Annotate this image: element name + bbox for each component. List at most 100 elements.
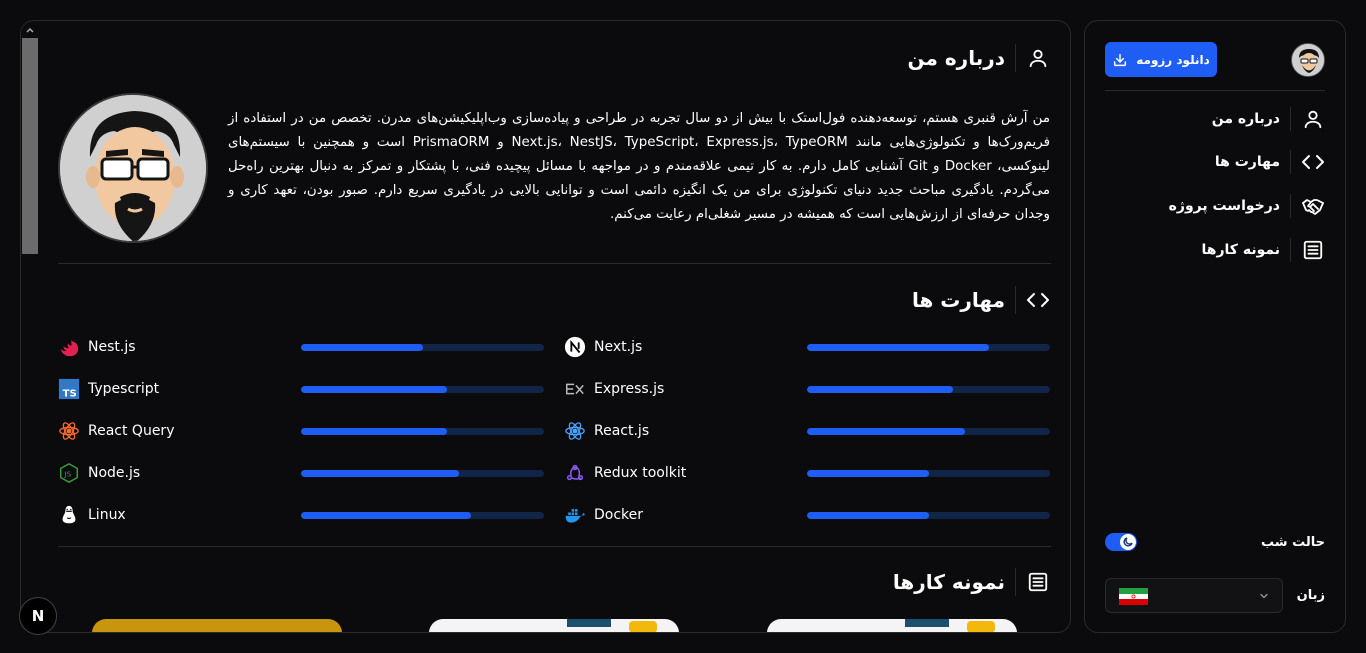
portfolio-card[interactable] [429,619,679,632]
sidebar-item-about[interactable]: درباره من [1105,103,1325,135]
portfolio-title: نمونه کارها [892,570,1005,594]
list-icon [1301,238,1325,262]
skill-name: Next.js [594,339,643,355]
portfolio-section-header: نمونه کارها [893,566,1050,598]
night-mode-label: حالت شب [1261,534,1325,550]
react-query-icon [58,420,80,442]
chevron-down-icon [1260,593,1268,599]
portfolio-card[interactable] [92,619,342,632]
portfolio-card[interactable] [767,619,1017,632]
skill-item: Next.js [564,335,1050,359]
iran-flag-icon [1119,588,1148,605]
header-separator [1015,44,1016,72]
skill-progress-bar [807,511,1050,519]
nav-separator [1290,194,1291,218]
skill-progress-fill [301,343,423,351]
skill-item: Redux toolkit [564,461,1050,485]
skill-progress-fill [301,427,447,435]
skill-progress-fill [807,427,965,435]
skill-item: React Query [58,419,544,443]
profile-avatar [58,93,208,243]
card-thumbnail-banner [905,619,949,627]
skill-progress-fill [301,511,472,519]
docker-icon [564,504,586,526]
code-icon [1301,150,1325,174]
skill-name: Docker [594,507,644,523]
code-icon [1026,288,1050,312]
skills-title: مهارت ها [911,288,1005,312]
toggle-knob [1120,534,1136,550]
sidebar-divider [1105,90,1325,91]
sidebar-item-label: درباره من [1211,111,1280,127]
typescript-icon: TS [58,378,80,400]
sidebar-item-skills[interactable]: مهارت ها [1105,146,1325,178]
redux-icon [564,462,586,484]
download-resume-button[interactable]: دانلود رزومه [1105,42,1217,77]
about-section-header: درباره من [908,42,1050,74]
night-mode-row: حالت شب [1105,531,1325,553]
skill-progress-bar [807,385,1050,393]
car-icon [629,621,657,632]
skill-progress-bar [301,469,544,477]
nestjs-icon [58,336,80,358]
skill-progress-fill [301,385,447,393]
skill-name: Express.js [594,381,665,397]
night-mode-toggle[interactable] [1105,533,1137,551]
skills-section-header: مهارت ها [912,284,1050,316]
skill-progress-bar [301,343,544,351]
avatar-illustration-icon [1292,44,1324,76]
nav-separator [1290,107,1291,131]
svg-text:JS: JS [63,470,71,479]
skill-name: React.js [594,423,650,439]
nav-separator [1290,238,1291,262]
skill-name: Linux [88,507,126,523]
car-icon [967,621,995,632]
skill-item: Express.js [564,377,1050,401]
skill-item: Nest.js [58,335,544,359]
handshake-icon [1301,194,1325,218]
skill-progress-fill [807,385,953,393]
scrollbar[interactable] [21,21,39,632]
svg-text:TS: TS [63,388,77,399]
linux-icon [58,504,80,526]
language-row: زبان [1105,578,1325,613]
language-select[interactable] [1105,578,1283,613]
skill-progress-fill [807,469,929,477]
nextjs-icon [564,336,586,358]
section-divider [58,263,1051,264]
skill-progress-fill [301,469,459,477]
sidebar-item-label: نمونه کارها [1201,242,1280,258]
user-icon [1301,107,1325,131]
skill-progress-bar [807,343,1050,351]
header-separator [1015,568,1016,596]
skill-name: Typescript [88,381,160,397]
sidebar-item-portfolio[interactable]: نمونه کارها [1105,234,1325,266]
section-divider [58,546,1051,547]
sidebar-item-label: مهارت ها [1214,154,1280,170]
sidebar-item-label: درخواست پروژه [1168,198,1280,214]
skill-progress-fill [807,343,990,351]
skill-item: Docker [564,503,1050,527]
skill-progress-bar [301,511,544,519]
skill-progress-bar [301,385,544,393]
skill-name: Redux toolkit [594,465,687,481]
skill-progress-bar [301,427,544,435]
moon-icon [1123,537,1133,547]
skill-progress-bar [807,469,1050,477]
sidebar-item-project-request[interactable]: درخواست پروژه [1105,190,1325,222]
avatar[interactable] [1291,43,1325,77]
avatar-illustration-icon [60,95,206,241]
skill-name: React Query [88,423,175,439]
main-content: درباره من من آرش قنبری هستم، توسعه‌دهنده… [20,20,1071,633]
skill-item: TS Typescript [58,377,544,401]
header-separator [1015,286,1016,314]
skill-name: Nest.js [88,339,136,355]
react-icon [564,420,586,442]
skill-item: React.js [564,419,1050,443]
sidebar: دانلود رزومه درباره من مهارت ها درخواست … [1084,20,1346,633]
express-icon [564,378,586,400]
scroll-up-arrow-icon[interactable] [25,25,35,35]
skill-name: Node.js [88,465,141,481]
scrollbar-thumb[interactable] [22,38,38,254]
nextjs-dev-badge[interactable]: N [19,597,57,635]
